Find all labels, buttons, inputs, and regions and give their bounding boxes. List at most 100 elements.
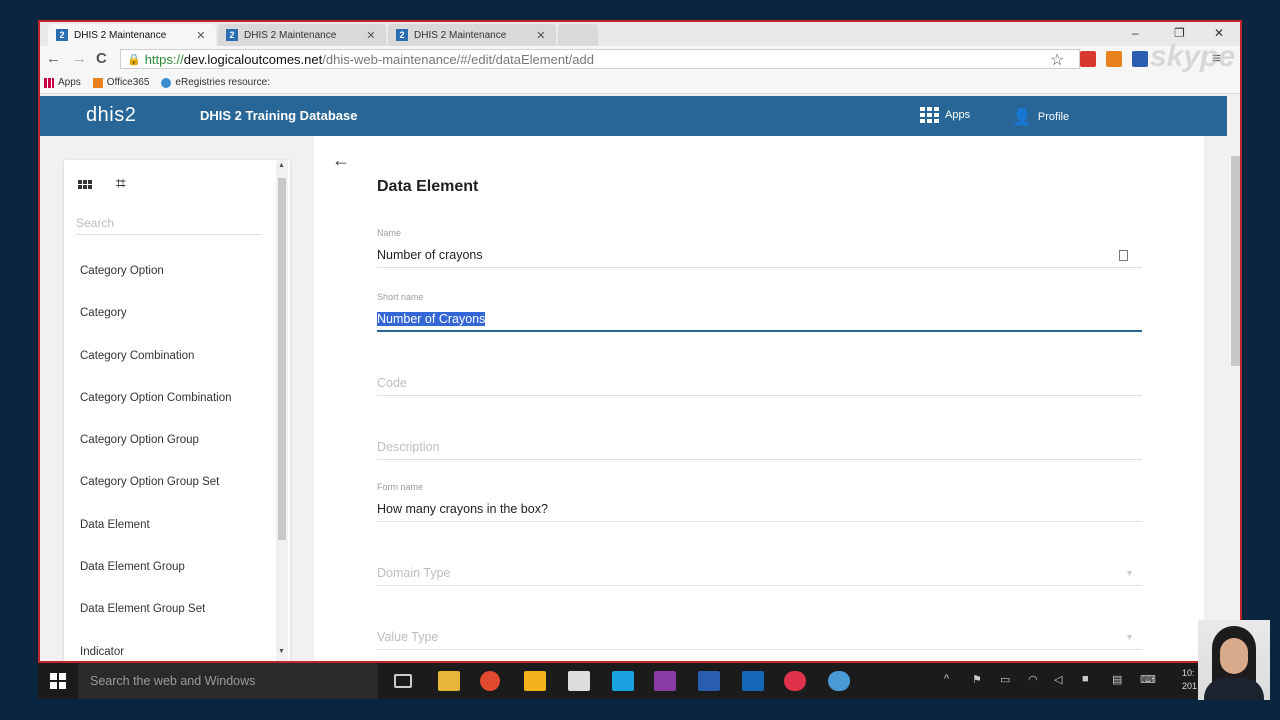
field-placeholder: Domain Type: [377, 566, 451, 580]
calculator-icon[interactable]: [568, 671, 590, 691]
translate-icon[interactable]: [1119, 250, 1128, 261]
chevron-down-icon: ▼: [1125, 632, 1134, 642]
recorder-icon[interactable]: [784, 671, 806, 691]
value-type-select[interactable]: Value Type ▼: [377, 610, 1142, 650]
outlook-icon[interactable]: [742, 671, 764, 691]
short-name-field[interactable]: Short name Number of Crayons: [377, 292, 1142, 332]
crop-icon[interactable]: ⌗: [116, 174, 126, 194]
sidebar-item[interactable]: Category Combination: [80, 349, 232, 391]
sidebar-item[interactable]: Category: [80, 306, 232, 348]
keyboard-icon[interactable]: ⌨: [1140, 673, 1156, 686]
dhis-header: dhis2 DHIS 2 Training Database Apps 👤 Pr…: [40, 96, 1227, 136]
tab-strip: 2 DHIS 2 Maintenance ✕ 2 DHIS 2 Maintena…: [40, 22, 1240, 46]
browser-tab-3[interactable]: 2 DHIS 2 Maintenance ✕: [388, 24, 556, 46]
rss-icon[interactable]: [1106, 51, 1122, 67]
page-scrollbar[interactable]: [1229, 96, 1240, 661]
sidebar-item[interactable]: Category Option Combination: [80, 391, 232, 433]
taskbar-clock[interactable]: 10: 201: [1182, 667, 1197, 693]
lock-tray-icon[interactable]: ■: [1082, 673, 1089, 685]
url-input[interactable]: 🔒 https:// dev.logicaloutcomes.net /dhis…: [120, 49, 1080, 69]
chrome-icon[interactable]: [480, 671, 500, 691]
sidebar-item[interactable]: Data Element Group: [80, 560, 232, 602]
sidebar-list: Category Option Category Category Combin…: [80, 264, 232, 661]
apps-menu-button[interactable]: Apps: [920, 107, 970, 123]
notifications-icon[interactable]: ▤: [1112, 673, 1122, 686]
scrollbar-thumb[interactable]: [1231, 156, 1240, 366]
skype-watermark: skype: [1150, 40, 1236, 73]
page-title: Data Element: [377, 178, 479, 195]
scrollbar-thumb[interactable]: [278, 178, 286, 540]
sidebar-item[interactable]: Indicator: [80, 645, 232, 661]
task-view-icon[interactable]: [394, 674, 412, 688]
reload-icon[interactable]: C: [96, 50, 107, 67]
browser-tab-2[interactable]: 2 DHIS 2 Maintenance ✕: [218, 24, 386, 46]
sidebar-item[interactable]: Category Option Group Set: [80, 475, 232, 517]
scroll-up-icon[interactable]: ▲: [278, 162, 285, 169]
clock-time: 10:: [1182, 668, 1195, 678]
sidebar-toolbar: ⌗: [78, 174, 126, 194]
word-icon[interactable]: [698, 671, 720, 691]
profile-menu-button[interactable]: 👤 Profile: [1012, 107, 1069, 127]
close-icon[interactable]: ✕: [536, 29, 545, 42]
close-icon[interactable]: ✕: [366, 29, 375, 42]
bookmark-star-icon[interactable]: ☆: [1050, 50, 1064, 70]
description-field[interactable]: Description: [377, 420, 1142, 460]
eregistries-icon: [161, 77, 172, 88]
scroll-down-icon[interactable]: ▼: [278, 648, 285, 655]
code-field[interactable]: Code: [377, 356, 1142, 396]
sidebar-scrollbar[interactable]: ▲ ▼: [276, 160, 288, 661]
skype-icon[interactable]: [612, 671, 634, 691]
sidebar-item[interactable]: Data Element: [80, 518, 232, 560]
bookmark-apps[interactable]: Apps: [44, 77, 81, 88]
chevron-up-icon[interactable]: ^: [944, 673, 949, 685]
minimize-icon[interactable]: –: [1132, 26, 1139, 40]
dhis-favicon-icon: 2: [396, 29, 408, 41]
volume-icon[interactable]: ◁: [1054, 673, 1062, 686]
form-name-field[interactable]: Form name How many crayons in the box?: [377, 482, 1142, 522]
dhis2-logo[interactable]: dhis2: [86, 104, 136, 127]
wifi-icon[interactable]: ◠: [1028, 673, 1038, 686]
content-area: ⌗ Search Category Option Category Catego…: [40, 136, 1227, 661]
onenote-icon[interactable]: [654, 671, 676, 691]
people-icon[interactable]: [524, 671, 546, 691]
back-arrow-icon[interactable]: ←: [332, 150, 350, 171]
extension-icon[interactable]: [1080, 51, 1096, 67]
domain-type-select[interactable]: Domain Type ▼: [377, 546, 1142, 586]
sidebar-search-input[interactable]: Search: [76, 216, 262, 235]
taskbar-search-input[interactable]: Search the web and Windows: [78, 663, 378, 699]
clock-date: 201: [1182, 681, 1198, 691]
sidebar-item[interactable]: Category Option Group: [80, 433, 232, 475]
zotero-icon[interactable]: [1132, 51, 1148, 67]
name-field[interactable]: Name Number of crayons: [377, 228, 1142, 268]
sidebar-item[interactable]: Data Element Group Set: [80, 602, 232, 644]
field-value: How many crayons in the box?: [377, 502, 548, 516]
browser-tab-1[interactable]: 2 DHIS 2 Maintenance ✕: [48, 24, 216, 46]
office-icon: [92, 77, 103, 88]
field-value: Number of Crayons: [377, 312, 486, 326]
globe-icon[interactable]: [828, 671, 850, 691]
network-tray-icon[interactable]: ⚑: [972, 673, 982, 686]
close-icon[interactable]: ✕: [196, 29, 205, 42]
grid-view-icon[interactable]: [78, 179, 92, 189]
apps-label: Apps: [945, 109, 971, 121]
bookmark-office365[interactable]: Office365: [92, 77, 149, 88]
close-window-icon[interactable]: ✕: [1214, 26, 1224, 40]
file-explorer-icon[interactable]: [438, 671, 460, 691]
restore-icon[interactable]: ❐: [1174, 26, 1185, 40]
webcam-overlay: [1198, 620, 1270, 700]
field-placeholder: Description: [377, 440, 440, 454]
sidebar: ⌗ Search Category Option Category Catego…: [64, 160, 290, 661]
tab-label: DHIS 2 Maintenance: [414, 29, 507, 41]
new-tab-button[interactable]: [558, 24, 598, 46]
windows-taskbar: Search the web and Windows ^ ⚑ ▭ ◠ ◁ ■ ▤…: [38, 663, 1242, 699]
battery-icon[interactable]: ▭: [1000, 673, 1010, 686]
chevron-down-icon: ▼: [1125, 568, 1134, 578]
back-arrow-icon[interactable]: ←: [46, 50, 61, 67]
url-host: dev.logicaloutcomes.net: [183, 51, 323, 67]
field-label: Short name: [377, 292, 424, 302]
bookmark-eregistries[interactable]: eRegistries resource:: [161, 77, 270, 88]
windows-start-icon[interactable]: [50, 673, 66, 689]
forward-arrow-icon[interactable]: →: [72, 50, 87, 67]
sidebar-item[interactable]: Category Option: [80, 264, 232, 306]
bookmark-label: Apps: [58, 77, 81, 88]
